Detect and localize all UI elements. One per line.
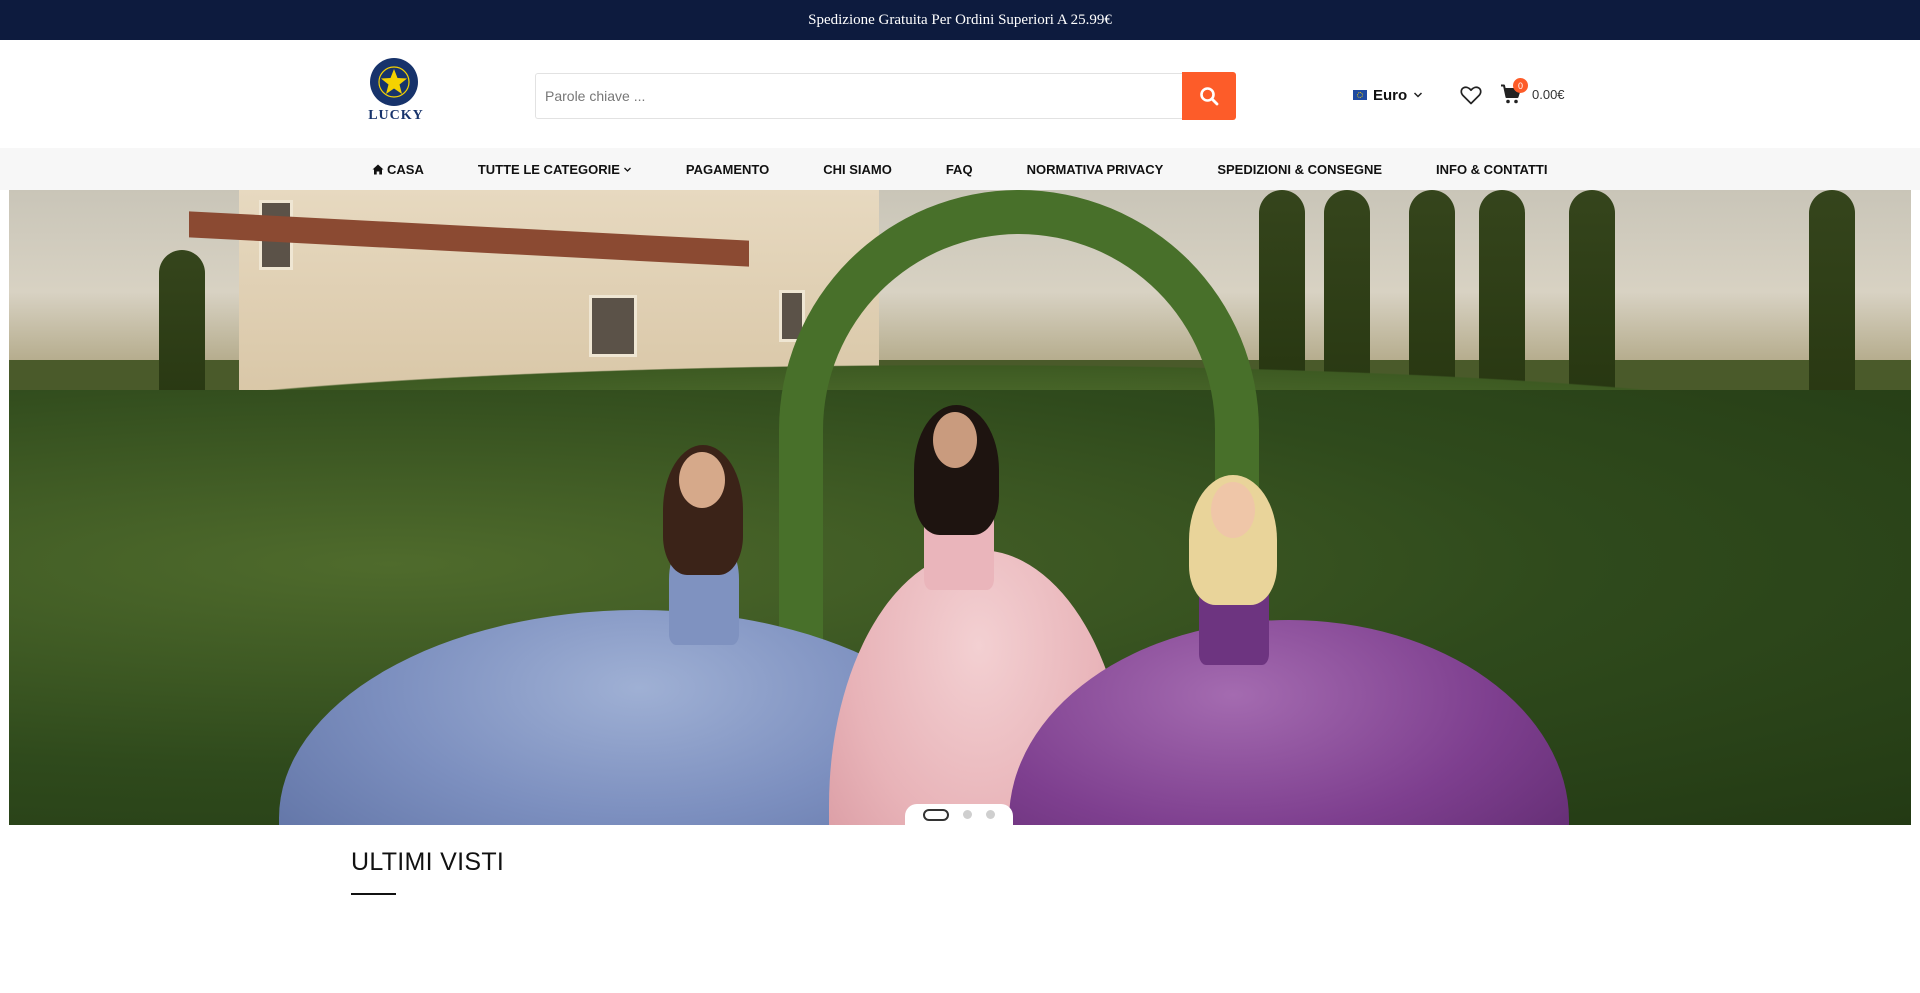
section-title-underline (351, 893, 396, 895)
nav-item-label: CHI SIAMO (823, 161, 892, 177)
logo[interactable]: LUCKY (364, 58, 428, 128)
chevron-down-icon (623, 167, 631, 172)
currency-selector[interactable]: Euro (1353, 85, 1423, 105)
nav-item-contact[interactable]: INFO & CONTATTI (1436, 162, 1547, 177)
nav-item-payment[interactable]: PAGAMENTO (686, 162, 769, 177)
eu-flag-icon (1353, 90, 1367, 100)
nav-item-about-us[interactable]: CHI SIAMO (823, 162, 892, 177)
nav-item-label: SPEDIZIONI & CONSEGNE (1217, 161, 1383, 177)
recently-viewed-title: ULTIMI VISTI (351, 848, 505, 876)
carousel-dot-2[interactable] (963, 810, 972, 819)
search-icon (1200, 87, 1219, 106)
carousel-dot-3[interactable] (986, 810, 995, 819)
main-nav: CASA TUTTE LE CATEGORIE PAGAMENTO CHI SI… (0, 148, 1920, 190)
nav-item-label: CASA (387, 161, 424, 177)
home-icon (372, 164, 384, 174)
carousel-pagination (905, 804, 1013, 825)
nav-item-all-categories[interactable]: TUTTE LE CATEGORIE (478, 162, 632, 177)
nav-item-label: NORMATIVA PRIVACY (1026, 161, 1164, 177)
chevron-down-icon (1414, 92, 1423, 98)
site-header: LUCKY Euro 0 0.00€ (0, 40, 1920, 148)
nav-item-label: FAQ (945, 161, 973, 177)
search-bar (535, 72, 1236, 120)
carousel-dot-1[interactable] (923, 808, 949, 821)
wishlist-button[interactable] (1459, 83, 1483, 107)
search-input[interactable] (535, 73, 1182, 119)
hero-banner[interactable] (9, 190, 1911, 825)
search-button[interactable] (1182, 72, 1236, 120)
nav-item-privacy[interactable]: NORMATIVA PRIVACY (1027, 162, 1164, 177)
nav-item-home[interactable]: CASA (372, 162, 424, 177)
cart-total[interactable]: 0.00€ (1532, 87, 1565, 102)
logo-text: LUCKY (368, 108, 424, 123)
announcement-bar: Spedizione Gratuita Per Ordini Superiori… (0, 0, 1920, 40)
nav-item-label: TUTTE LE CATEGORIE (477, 161, 620, 177)
nav-item-faq[interactable]: FAQ (946, 162, 973, 177)
star-icon (370, 58, 418, 106)
nav-item-shipping[interactable]: SPEDIZIONI & CONSEGNE (1217, 162, 1382, 177)
announcement-text: Spedizione Gratuita Per Ordini Superiori… (808, 11, 1112, 28)
nav-item-label: PAGAMENTO (685, 161, 770, 177)
nav-item-label: INFO & CONTATTI (1436, 161, 1548, 177)
currency-label: Euro (1373, 86, 1408, 104)
cart-count-badge: 0 (1513, 78, 1528, 93)
heart-icon (1460, 86, 1482, 105)
